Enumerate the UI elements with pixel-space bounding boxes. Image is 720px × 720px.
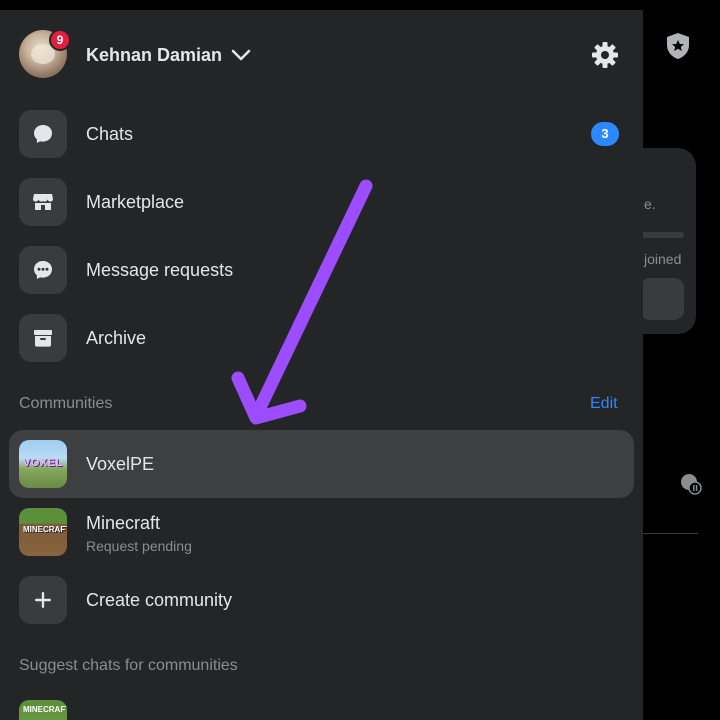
navigation-drawer: 9 Kehnan Damian Chats 3 Marketplace Mess… [0,10,643,720]
community-thumbnail: VOXEL [19,440,67,488]
chevron-down-icon[interactable] [230,46,252,64]
community-item-voxelpe[interactable]: VOXEL VoxelPE [9,430,634,498]
background-card-text: e. [644,196,656,212]
background-card-button [640,278,684,320]
communities-section-title: Communities [19,395,113,412]
thumbnail-logo-text: MINECRAFT [23,705,67,714]
account-name[interactable]: Kehnan Damian [86,45,222,66]
message-requests-icon [19,246,67,294]
suggest-chats-section-title: Suggest chats for communities [19,657,238,674]
create-community-button[interactable]: Create community [0,568,643,632]
background-divider [643,533,698,534]
thumbnail-logo-text: VOXEL [23,457,63,469]
shield-star-icon [667,33,689,59]
menu-item-marketplace[interactable]: Marketplace [0,170,643,234]
community-label: Minecraft [86,513,161,533]
suggested-chat-item[interactable]: MINECRAFT [0,690,643,720]
unread-count-badge: 3 [591,122,619,146]
background-progress-bar [640,232,684,238]
suggested-chat-thumbnail: MINECRAFT [19,700,67,720]
menu-item-message-requests[interactable]: Message requests [0,238,643,302]
menu-item-label: Chats [86,124,134,144]
menu-item-label: Message requests [86,260,234,280]
community-thumbnail: MINECRAFT [19,508,67,556]
chat-status-icon [681,474,702,495]
community-status: Request pending [86,538,192,554]
drawer-header: 9 Kehnan Damian [0,10,643,100]
chat-bubble-icon [19,110,67,158]
notification-badge: 9 [49,29,71,51]
menu-item-archive[interactable]: Archive [0,306,643,370]
community-label: VoxelPE [86,454,155,474]
menu-item-label: Archive [86,328,147,348]
edit-communities-link[interactable]: Edit [590,395,618,413]
menu-item-label: Marketplace [86,192,185,212]
gear-icon[interactable] [589,39,621,71]
archive-box-icon [19,314,67,362]
storefront-icon [19,178,67,226]
community-item-minecraft[interactable]: MINECRAFT Minecraft Request pending [0,498,643,566]
create-community-label: Create community [86,590,233,610]
thumbnail-logo-text: MINECRAFT [23,525,67,534]
menu-item-chats[interactable]: Chats 3 [0,102,643,166]
background-card-joined-text: joined [644,251,682,267]
plus-icon [19,576,67,624]
